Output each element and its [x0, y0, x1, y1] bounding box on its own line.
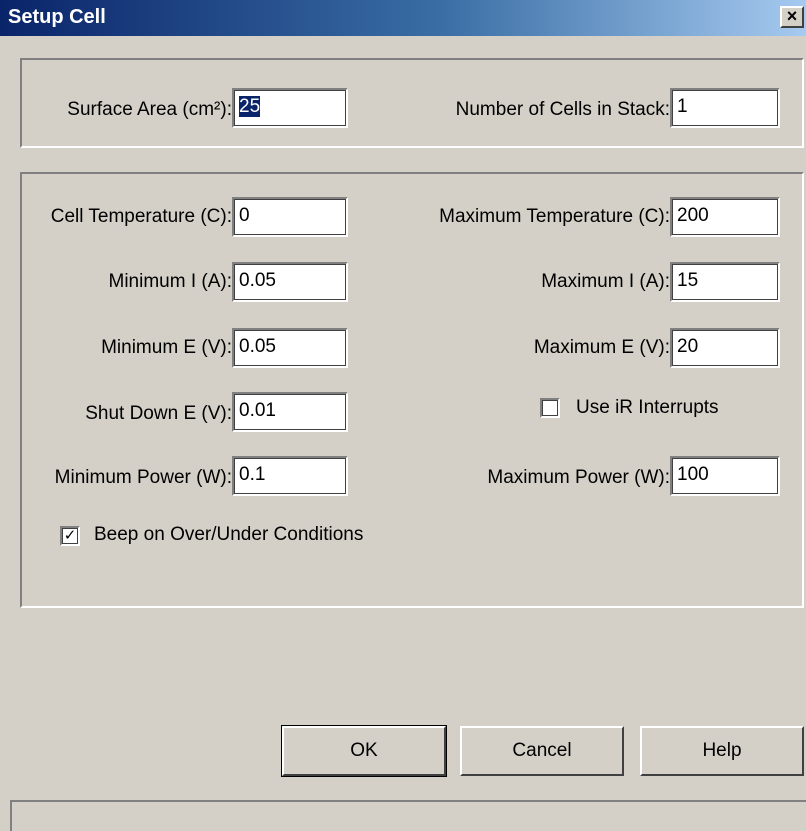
surface-area-label: Surface Area (cm²): — [67, 99, 232, 120]
max-temp-input[interactable]: 200 — [670, 197, 780, 237]
max-power-label: Maximum Power (W): — [487, 467, 670, 488]
surface-area-value: 25 — [239, 96, 261, 117]
max-i-label: Maximum I (A): — [541, 271, 670, 292]
num-cells-input[interactable]: 1 — [670, 88, 780, 128]
min-i-input[interactable]: 0.05 — [232, 262, 348, 302]
ir-interrupts-checkbox[interactable] — [540, 398, 560, 418]
min-power-input[interactable]: 0.1 — [232, 456, 348, 496]
shutdown-e-input[interactable]: 0.01 — [232, 392, 348, 432]
min-i-label: Minimum I (A): — [108, 271, 233, 292]
min-power-label: Minimum Power (W): — [54, 467, 232, 488]
surface-area-input[interactable]: 25 — [232, 88, 348, 128]
title-bar[interactable]: Setup Cell × — [0, 0, 806, 36]
max-e-input[interactable]: 20 — [670, 328, 780, 368]
min-e-label: Minimum E (V): — [101, 337, 232, 358]
beep-label[interactable]: Beep on Over/Under Conditions — [94, 523, 363, 547]
shutdown-e-label: Shut Down E (V): — [85, 403, 232, 424]
status-bar — [10, 800, 806, 831]
max-power-input[interactable]: 100 — [670, 456, 780, 496]
dialog-title: Setup Cell — [8, 6, 106, 28]
beep-checkbox[interactable]: ✓ — [60, 526, 80, 546]
ok-button[interactable]: OK — [281, 725, 447, 777]
cell-temp-label: Cell Temperature (C): — [50, 206, 232, 227]
setup-cell-dialog: Setup Cell × Surface Area (cm²): 25 Numb… — [0, 0, 806, 831]
close-button[interactable]: × — [780, 6, 804, 28]
num-cells-label: Number of Cells in Stack: — [455, 99, 670, 120]
ir-interrupts-label[interactable]: Use iR Interrupts — [576, 396, 719, 420]
close-icon: × — [786, 6, 798, 26]
max-temp-label: Maximum Temperature (C): — [439, 206, 670, 227]
cancel-button[interactable]: Cancel — [460, 726, 624, 776]
max-i-input[interactable]: 15 — [670, 262, 780, 302]
max-e-label: Maximum E (V): — [533, 337, 670, 358]
check-icon: ✓ — [63, 527, 77, 544]
cell-temp-input[interactable]: 0 — [232, 197, 348, 237]
min-e-input[interactable]: 0.05 — [232, 328, 348, 368]
help-button[interactable]: Help — [640, 726, 804, 776]
